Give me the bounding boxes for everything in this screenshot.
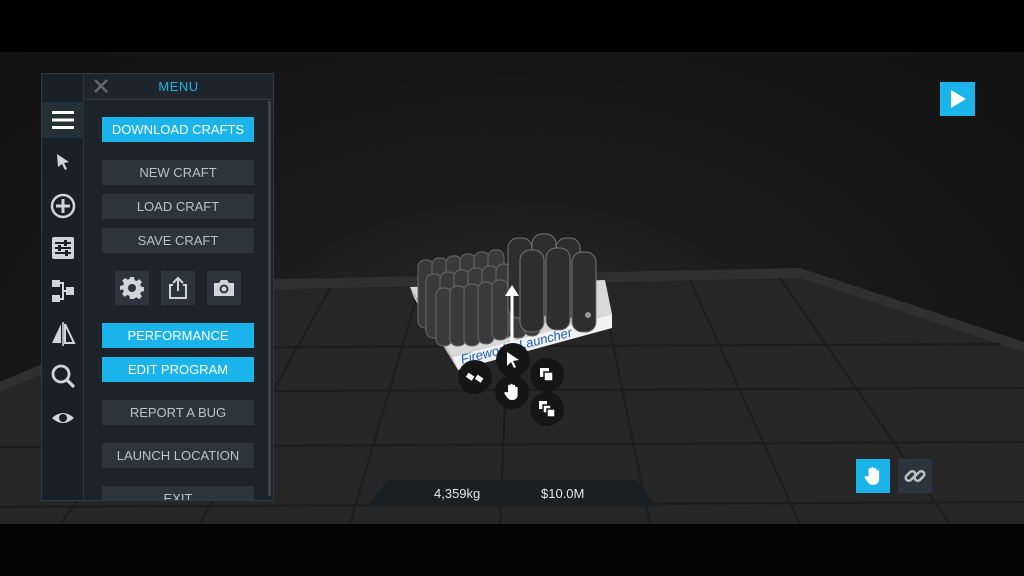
copy-icon bbox=[540, 368, 554, 382]
gear-icon bbox=[120, 277, 144, 300]
rail-select-button[interactable] bbox=[42, 144, 84, 180]
craft-mass: 4,359kg bbox=[434, 486, 481, 501]
icon-rail bbox=[42, 74, 84, 500]
connection-tool-button[interactable] bbox=[898, 459, 932, 493]
move-gizmo[interactable] bbox=[495, 375, 529, 409]
load-craft-button[interactable]: LOAD CRAFT bbox=[102, 194, 254, 219]
rail-search-button[interactable] bbox=[42, 358, 84, 394]
link-icon bbox=[904, 469, 926, 483]
search-icon bbox=[51, 364, 76, 389]
rail-staging-button[interactable] bbox=[42, 273, 84, 309]
duplicate-all-gizmo[interactable] bbox=[530, 392, 564, 426]
craft-stats-bar: 4,359kg $10.0M bbox=[366, 480, 658, 507]
launch-location-button[interactable]: LAUNCH LOCATION bbox=[102, 443, 254, 468]
edit-program-button[interactable]: EDIT PROGRAM bbox=[102, 357, 254, 382]
select-gizmo[interactable] bbox=[496, 343, 530, 377]
launch-play-button[interactable] bbox=[940, 82, 975, 116]
copy-stack-icon bbox=[539, 401, 556, 418]
play-icon bbox=[950, 90, 966, 108]
stats-bar-background bbox=[366, 480, 658, 507]
pointer-icon bbox=[507, 352, 519, 368]
sliders-icon bbox=[52, 237, 74, 259]
share-icon bbox=[169, 276, 187, 299]
rail-symmetry-button[interactable] bbox=[42, 316, 84, 352]
report-bug-button[interactable]: REPORT A BUG bbox=[102, 400, 254, 425]
hand-icon bbox=[864, 466, 880, 485]
bottom-bar bbox=[0, 524, 1024, 576]
share-button[interactable] bbox=[161, 271, 195, 305]
screenshot-button[interactable] bbox=[207, 271, 241, 305]
menu-header: MENU bbox=[84, 74, 273, 100]
hamburger-icon bbox=[52, 111, 74, 129]
symmetry-icon bbox=[52, 322, 76, 346]
download-crafts-button[interactable]: DOWNLOAD CRAFTS bbox=[102, 117, 254, 142]
add-part-icon bbox=[50, 193, 76, 219]
camera-icon bbox=[214, 280, 234, 296]
rail-view-button[interactable] bbox=[42, 400, 84, 436]
craft-cost: $10.0M bbox=[541, 486, 585, 501]
pointer-icon bbox=[57, 154, 69, 170]
connect-gizmo[interactable] bbox=[458, 360, 492, 394]
menu-scrollbar[interactable] bbox=[268, 101, 271, 496]
connector-icon bbox=[465, 372, 484, 383]
eye-icon bbox=[52, 413, 74, 423]
rail-add-part-button[interactable] bbox=[42, 188, 84, 224]
new-craft-button[interactable]: NEW CRAFT bbox=[102, 160, 254, 185]
staging-icon bbox=[52, 280, 74, 302]
menu-title: MENU bbox=[158, 79, 199, 94]
exit-button[interactable]: EXIT bbox=[102, 486, 254, 500]
rail-properties-button[interactable] bbox=[42, 230, 84, 266]
pan-tool-button[interactable] bbox=[856, 459, 890, 493]
hand-icon bbox=[504, 383, 518, 400]
performance-button[interactable]: PERFORMANCE bbox=[102, 323, 254, 348]
rail-menu-button[interactable] bbox=[42, 102, 84, 138]
settings-button[interactable] bbox=[115, 271, 149, 305]
side-menu: MENU DOWNLOAD CRAFTS NEW CRAFT LOAD CRAF… bbox=[41, 73, 274, 501]
save-craft-button[interactable]: SAVE CRAFT bbox=[102, 228, 254, 253]
duplicate-gizmo[interactable] bbox=[530, 358, 564, 392]
